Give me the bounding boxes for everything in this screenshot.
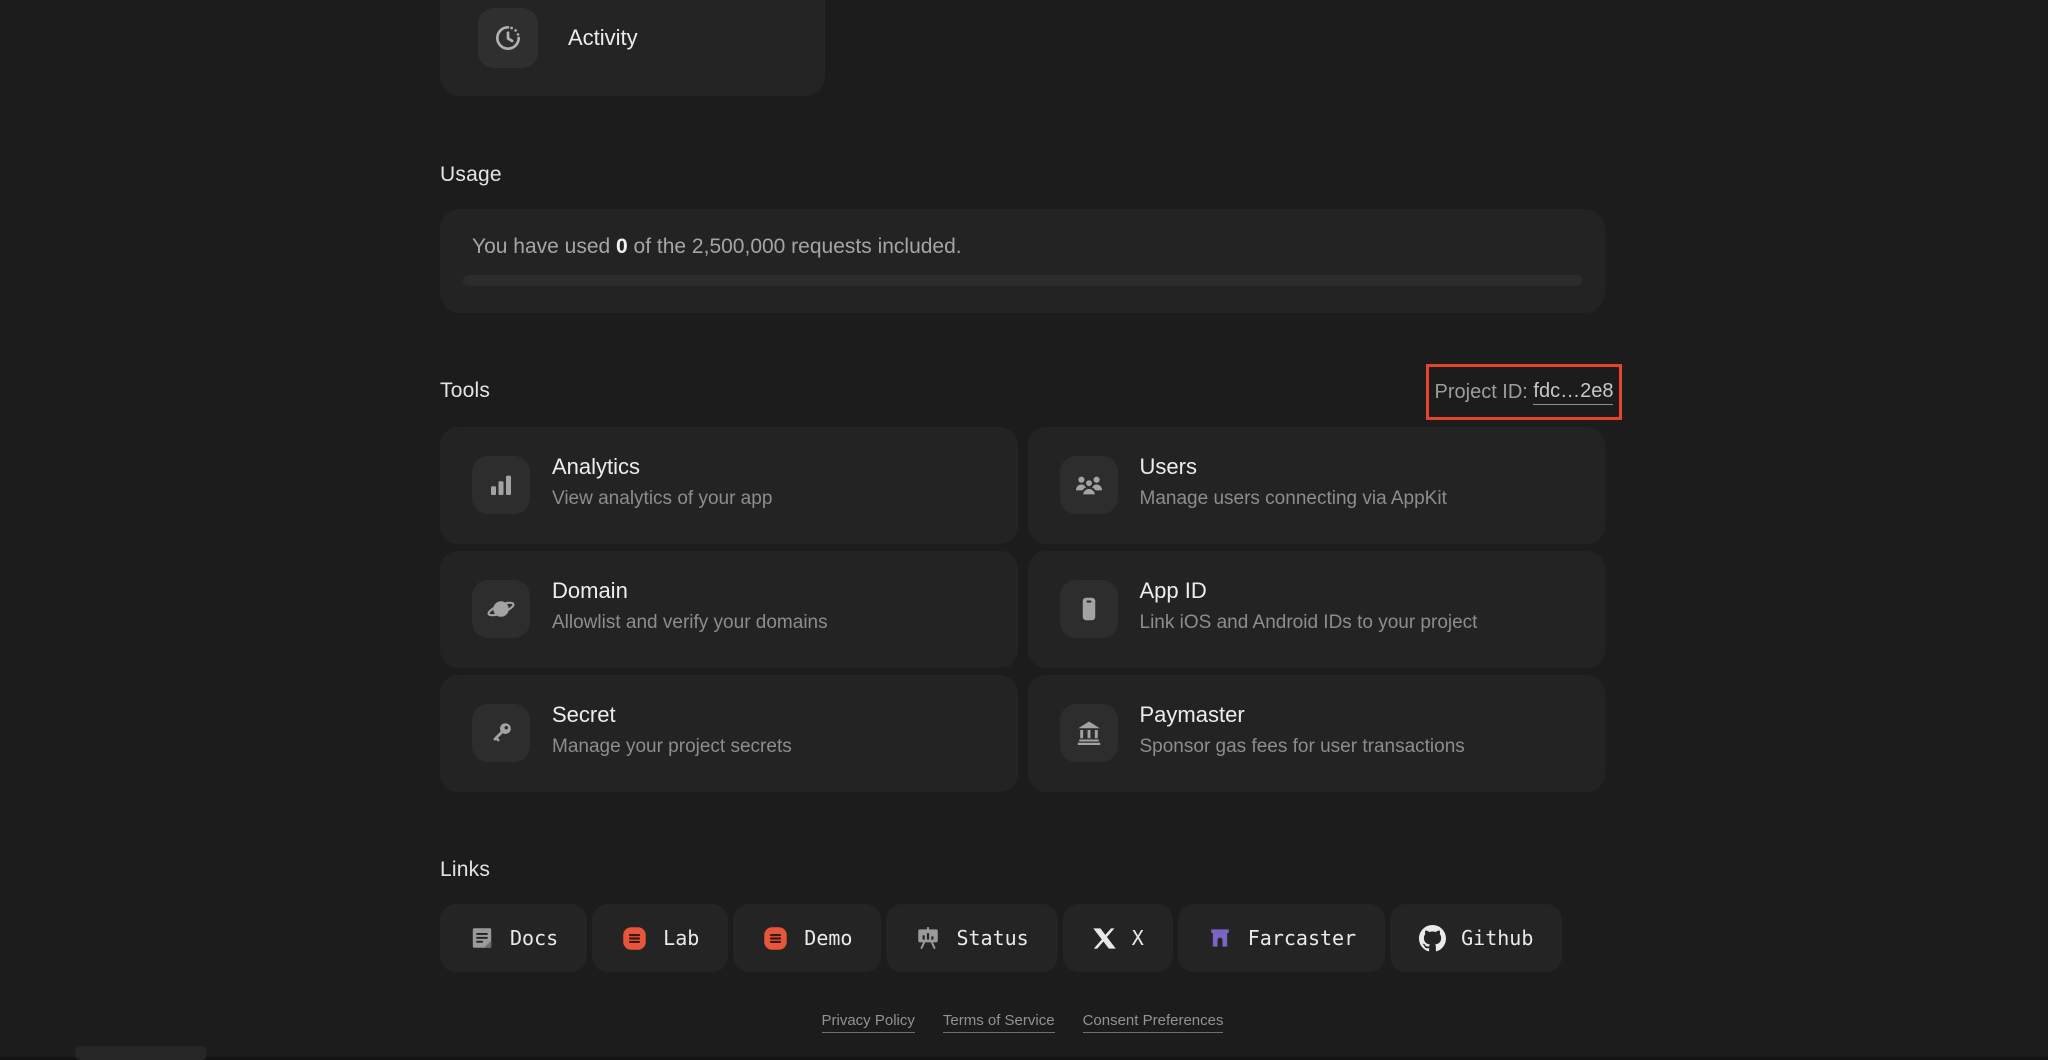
link-button-label: X <box>1131 926 1144 950</box>
tool-card-description: Manage your project secrets <box>552 736 792 757</box>
dashboard-page: { "activity_card": { "label": "Activity"… <box>0 0 2048 1060</box>
github-icon <box>1419 924 1447 952</box>
tool-card-secret[interactable]: Secret Manage your project secrets <box>440 675 1018 792</box>
links-heading: Links <box>440 858 491 881</box>
project-id-value[interactable]: fdc…2e8 <box>1533 380 1614 405</box>
tool-card-description: Sponsor gas fees for user transactions <box>1139 736 1465 757</box>
link-button-label: Github <box>1461 926 1534 950</box>
link-button-status[interactable]: Status <box>886 904 1058 972</box>
usage-card: You have used 0 of the 2,500,000 request… <box>440 209 1605 313</box>
tool-card-title: Domain <box>552 578 628 603</box>
tool-card-title: App ID <box>1139 578 1207 603</box>
planet-icon <box>472 580 530 638</box>
footer-links: Privacy Policy Terms of Service Consent Pr… <box>440 1012 1605 1033</box>
farcaster-icon <box>1207 925 1233 951</box>
activity-card[interactable]: Activity <box>440 0 825 96</box>
footer-link-consent-preferences[interactable]: Consent Preferences <box>1082 1012 1224 1033</box>
activity-clock-icon <box>478 8 538 68</box>
usage-used-count: 0 <box>616 235 628 258</box>
reown-demo-icon <box>762 925 789 952</box>
tool-card-analytics[interactable]: Analytics View analytics of your app <box>440 427 1018 544</box>
bar-chart-icon <box>472 456 530 514</box>
link-button-lab[interactable]: Lab <box>592 904 729 972</box>
project-id-label: Project ID: <box>1434 380 1534 403</box>
activity-card-label: Activity <box>568 25 638 50</box>
tools-heading: Tools <box>440 379 491 402</box>
link-button-label: Status <box>956 926 1029 950</box>
tool-card-description: Allowlist and verify your domains <box>552 612 828 633</box>
link-button-label: Lab <box>663 926 700 950</box>
users-icon <box>1059 456 1118 514</box>
tools-grid: Analytics View analytics of your app User… <box>440 427 1605 792</box>
tool-card-users[interactable]: Users Manage users connecting via AppKit <box>1027 427 1605 544</box>
tool-card-domain[interactable]: Domain Allowlist and verify your domains <box>440 551 1018 668</box>
tool-card-description: Link iOS and Android IDs to your project <box>1139 612 1478 633</box>
tool-card-title: Users <box>1139 454 1197 479</box>
tool-card-description: View analytics of your app <box>552 488 773 509</box>
usage-summary-text: You have used 0 of the 2,500,000 request… <box>472 235 962 258</box>
link-button-x[interactable]: X <box>1062 904 1173 972</box>
usage-heading: Usage <box>440 163 502 186</box>
project-id-highlight-box[interactable]: Project ID: fdc…2e8 <box>1426 364 1622 420</box>
phone-icon <box>1059 580 1118 638</box>
link-button-docs[interactable]: Docs <box>440 904 588 972</box>
bank-icon <box>1059 704 1118 762</box>
links-row: Docs Lab Demo Status X Farcaster Github <box>440 904 1563 972</box>
link-button-github[interactable]: Github <box>1390 904 1563 972</box>
link-button-label: Farcaster <box>1247 926 1357 950</box>
link-button-label: Demo <box>804 926 853 950</box>
key-icon <box>472 704 530 762</box>
usage-progress-bar <box>463 275 1582 286</box>
tool-card-paymaster[interactable]: Paymaster Sponsor gas fees for user trans… <box>1027 675 1605 792</box>
status-board-icon <box>915 925 941 951</box>
x-logo-icon <box>1092 926 1117 951</box>
reown-lab-icon <box>621 925 648 952</box>
tool-card-description: Manage users connecting via AppKit <box>1139 488 1447 509</box>
partially-visible-element <box>75 1046 207 1060</box>
link-button-demo[interactable]: Demo <box>733 904 882 972</box>
tool-card-title: Secret <box>552 702 616 727</box>
docs-icon <box>469 925 495 951</box>
tool-card-title: Analytics <box>552 454 641 479</box>
footer-link-privacy-policy[interactable]: Privacy Policy <box>821 1012 915 1033</box>
link-button-farcaster[interactable]: Farcaster <box>1177 904 1386 972</box>
link-button-label: Docs <box>510 926 559 950</box>
footer-link-terms-of-service[interactable]: Terms of Service <box>942 1012 1055 1033</box>
tool-card-title: Paymaster <box>1139 702 1245 727</box>
tool-card-app-id[interactable]: App ID Link iOS and Android IDs to your p… <box>1027 551 1605 668</box>
